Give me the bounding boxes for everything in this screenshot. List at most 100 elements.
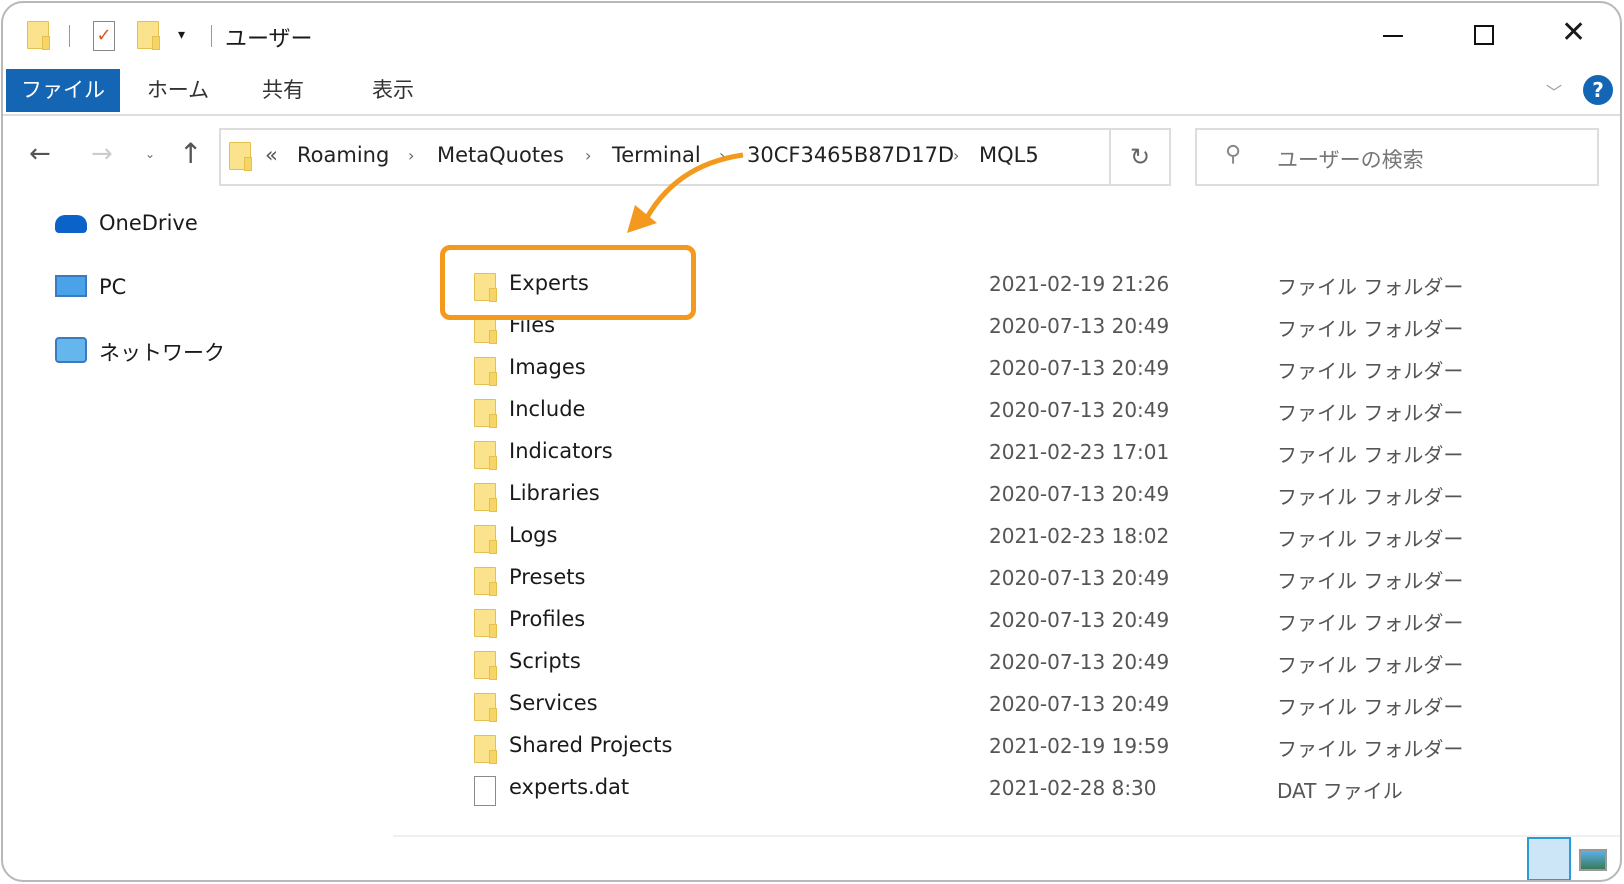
file-date: 2020-07-13 20:49 (989, 692, 1170, 716)
chevron-right-icon[interactable]: › (408, 146, 414, 165)
divider (393, 835, 1620, 837)
file-name: Presets (509, 565, 586, 589)
file-date: 2021-02-19 21:26 (989, 272, 1170, 296)
expand-ribbon-icon[interactable]: ﹀ (1546, 79, 1562, 103)
overflow-crumb[interactable]: « (265, 143, 278, 167)
back-button[interactable]: ← (29, 139, 51, 169)
search-placeholder: ユーザーの検索 (1277, 148, 1424, 172)
file-name: Logs (509, 523, 558, 547)
file-row[interactable]: Experts 2021-02-19 21:26 ファイル フォルダー (3, 267, 1503, 309)
up-button[interactable]: ↑ (179, 137, 202, 170)
file-row[interactable]: experts.dat 2021-02-28 8:30 DAT ファイル (3, 771, 1503, 813)
large-icons-view-button[interactable] (1579, 849, 1607, 871)
file-date: 2021-02-23 18:02 (989, 524, 1170, 548)
file-row[interactable]: Logs 2021-02-23 18:02 ファイル フォルダー (3, 519, 1503, 561)
file-type: ファイル フォルダー (1277, 401, 1464, 425)
file-row[interactable]: Indicators 2021-02-23 17:01 ファイル フォルダー (3, 435, 1503, 477)
file-date: 2020-07-13 20:49 (989, 398, 1170, 422)
folder-icon (27, 21, 50, 50)
close-button[interactable]: ✕ (1561, 15, 1586, 50)
file-date: 2021-02-19 19:59 (989, 734, 1170, 758)
help-icon[interactable]: ? (1583, 75, 1613, 105)
cloud-icon (55, 215, 87, 233)
file-name: Indicators (509, 439, 613, 463)
folder-icon (474, 609, 497, 638)
file-name: Images (509, 355, 586, 379)
folder-icon (474, 357, 497, 386)
crumb-id[interactable]: 30CF3465B87D17D (747, 143, 954, 167)
file-date: 2020-07-13 20:49 (989, 608, 1170, 632)
maximize-button[interactable] (1474, 25, 1494, 45)
window-title: ユーザー (225, 27, 313, 52)
file-name: Include (509, 397, 586, 421)
divider (211, 25, 212, 47)
file-name: Libraries (509, 481, 600, 505)
file-type: ファイル フォルダー (1277, 527, 1464, 551)
file-name: Shared Projects (509, 733, 673, 757)
file-row[interactable]: Libraries 2020-07-13 20:49 ファイル フォルダー (3, 477, 1503, 519)
tab-share[interactable]: 共有 (243, 69, 323, 112)
divider (69, 25, 70, 47)
explorer-window: ✓ ▾ ユーザー ✕ ファイル ホーム 共有 表示 ﹀ ? ← → ⌄ ↑ « … (1, 1, 1622, 882)
file-row[interactable]: Images 2020-07-13 20:49 ファイル フォルダー (3, 351, 1503, 393)
new-folder-icon[interactable] (137, 21, 160, 50)
recent-locations-icon[interactable]: ⌄ (145, 147, 155, 161)
file-type: ファイル フォルダー (1277, 317, 1464, 341)
file-name: Profiles (509, 607, 586, 631)
crumb-mql5[interactable]: MQL5 (979, 143, 1039, 167)
file-type: ファイル フォルダー (1277, 569, 1464, 593)
crumb-roaming[interactable]: Roaming (297, 143, 389, 167)
chevron-right-icon[interactable]: › (585, 146, 591, 165)
folder-icon (229, 142, 252, 171)
folder-icon (474, 567, 497, 596)
search-icon: ⚲ (1225, 142, 1242, 167)
sidebar-item-onedrive[interactable]: OneDrive (99, 211, 198, 235)
file-date: 2020-07-13 20:49 (989, 566, 1170, 590)
minimize-button[interactable] (1383, 35, 1403, 37)
file-row[interactable]: Presets 2020-07-13 20:49 ファイル フォルダー (3, 561, 1503, 603)
chevron-right-icon[interactable]: › (953, 146, 959, 165)
pointer-arrow (627, 152, 744, 233)
file-name: Services (509, 691, 598, 715)
file-name: Scripts (509, 649, 581, 673)
file-date: 2020-07-13 20:49 (989, 356, 1170, 380)
details-view-button[interactable] (1527, 837, 1571, 880)
file-row[interactable]: Profiles 2020-07-13 20:49 ファイル フォルダー (3, 603, 1503, 645)
file-type: ファイル フォルダー (1277, 275, 1464, 299)
folder-icon (474, 441, 497, 470)
forward-button[interactable]: → (91, 139, 113, 169)
folder-icon (474, 651, 497, 680)
tab-view[interactable]: 表示 (353, 69, 433, 112)
file-row[interactable]: Scripts 2020-07-13 20:49 ファイル フォルダー (3, 645, 1503, 687)
crumb-metaquotes[interactable]: MetaQuotes (437, 143, 564, 167)
file-type: ファイル フォルダー (1277, 359, 1464, 383)
tab-home[interactable]: ホーム (133, 69, 223, 112)
file-name: experts.dat (509, 775, 630, 799)
customize-toolbar-icon[interactable]: ▾ (178, 27, 185, 43)
file-row[interactable]: Include 2020-07-13 20:49 ファイル フォルダー (3, 393, 1503, 435)
file-type: DAT ファイル (1277, 779, 1403, 803)
file-row[interactable]: Services 2020-07-13 20:49 ファイル フォルダー (3, 687, 1503, 729)
folder-icon (474, 693, 497, 722)
file-date: 2020-07-13 20:49 (989, 314, 1170, 338)
file-type: ファイル フォルダー (1277, 485, 1464, 509)
file-type: ファイル フォルダー (1277, 443, 1464, 467)
folder-icon (474, 483, 497, 512)
refresh-button[interactable]: ↻ (1109, 128, 1171, 186)
file-row[interactable]: Shared Projects 2021-02-19 19:59 ファイル フォルダ… (3, 729, 1503, 771)
file-row[interactable]: Files 2020-07-13 20:49 ファイル フォルダー (3, 309, 1503, 351)
file-type: ファイル フォルダー (1277, 737, 1464, 761)
folder-icon (474, 735, 497, 764)
file-type: ファイル フォルダー (1277, 653, 1464, 677)
file-icon (474, 776, 496, 806)
folder-icon (474, 525, 497, 554)
file-date: 2021-02-28 8:30 (989, 776, 1157, 800)
divider (3, 114, 1620, 116)
tab-file[interactable]: ファイル (6, 69, 120, 112)
properties-icon[interactable]: ✓ (93, 21, 115, 51)
file-date: 2020-07-13 20:49 (989, 650, 1170, 674)
folder-icon (474, 399, 497, 428)
search-input[interactable]: ⚲ ユーザーの検索 (1195, 128, 1599, 186)
file-type: ファイル フォルダー (1277, 695, 1464, 719)
file-type: ファイル フォルダー (1277, 611, 1464, 635)
